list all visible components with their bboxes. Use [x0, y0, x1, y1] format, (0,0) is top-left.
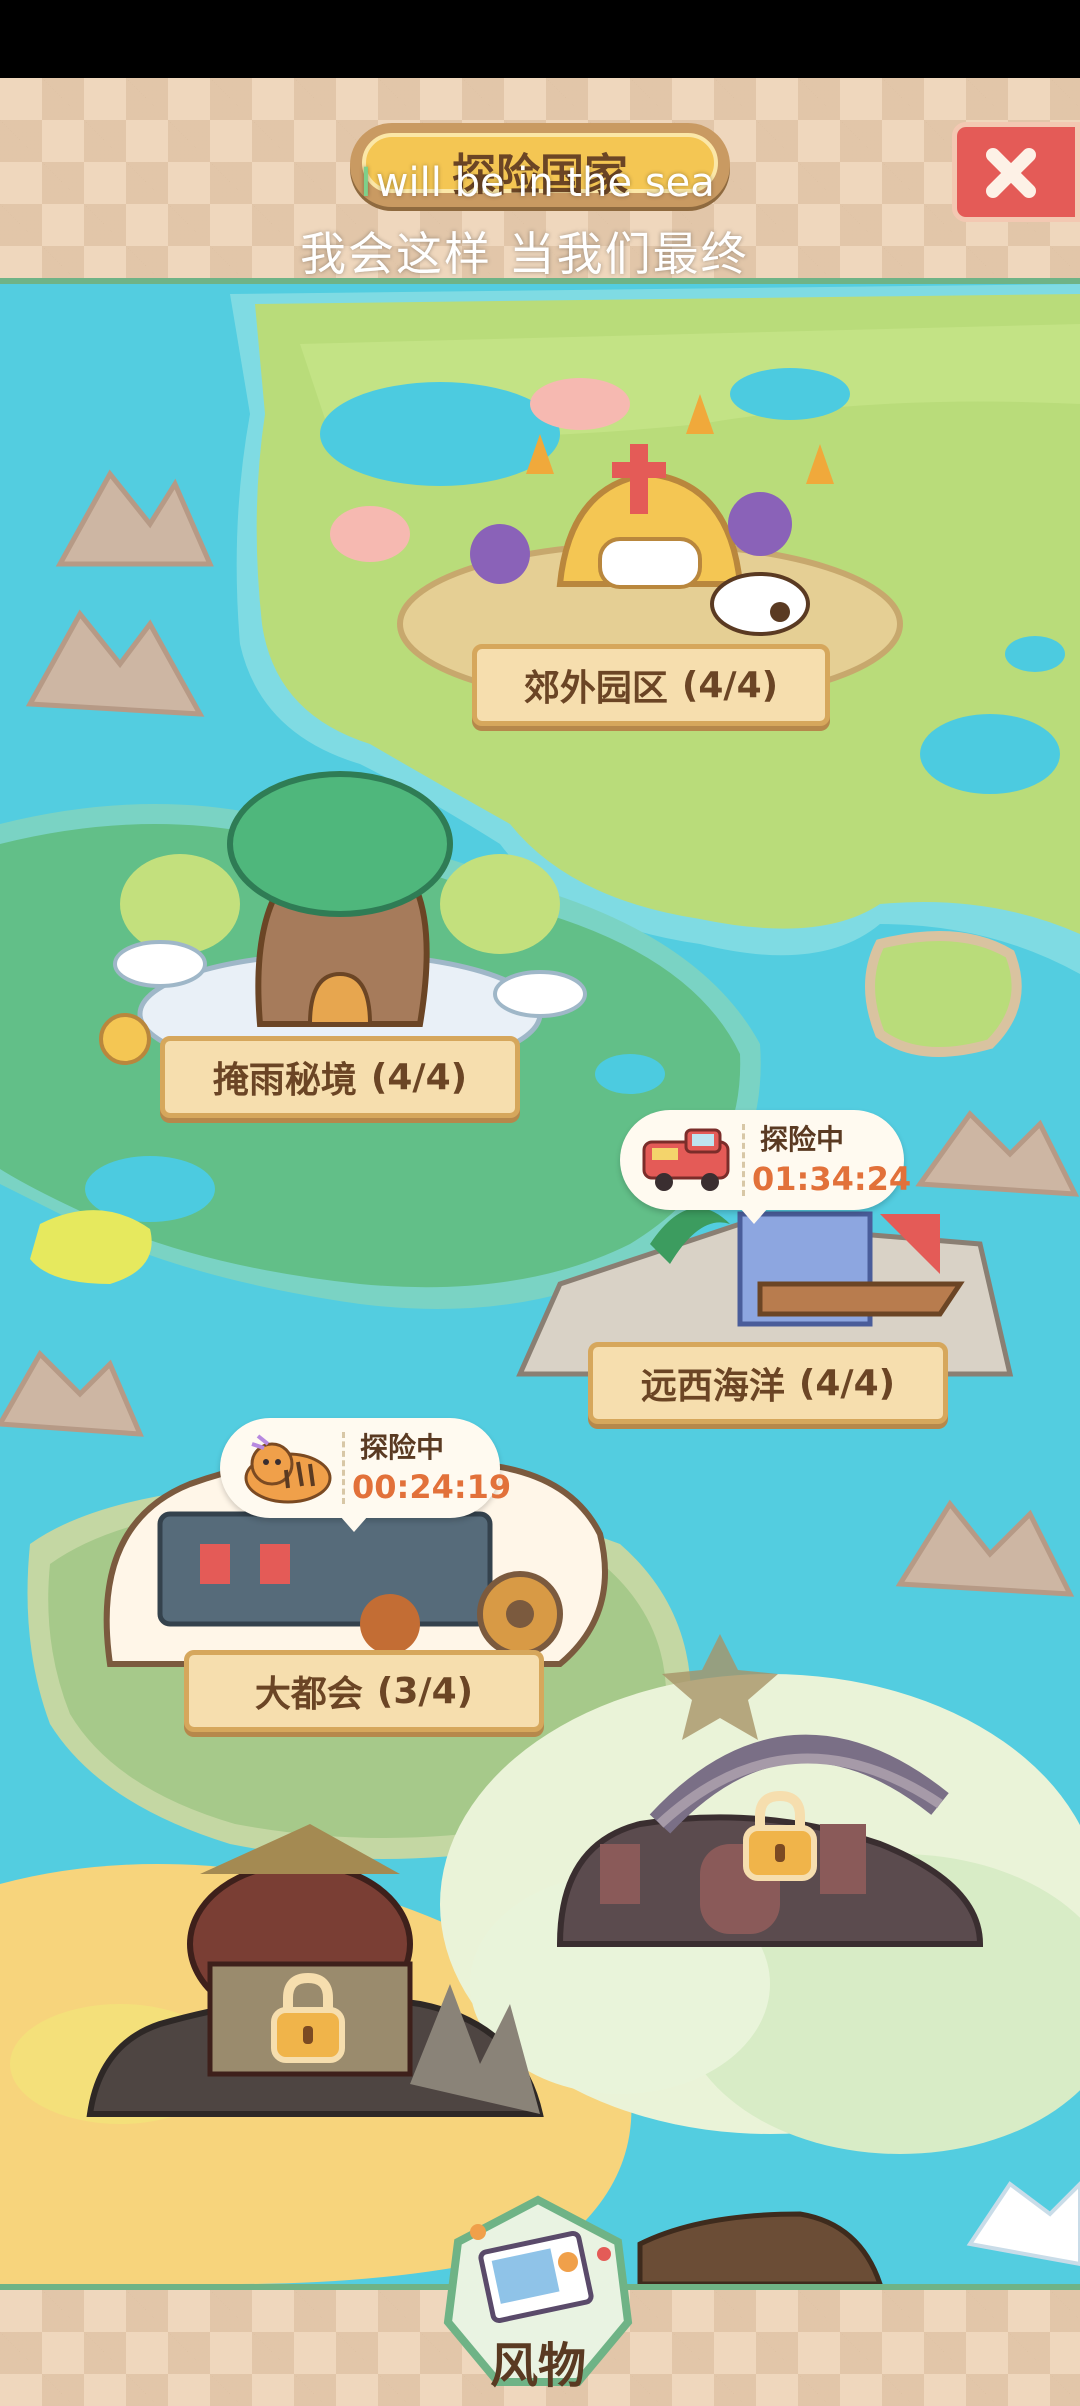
map-terrain [0, 284, 1080, 2284]
region-plate-western-sea[interactable]: 远西海洋 (4/4) [588, 1342, 948, 1424]
region-progress: (4/4) [798, 1362, 896, 1404]
lyric-cursor: I [360, 160, 372, 206]
scenery-label: 风物 [489, 2338, 586, 2394]
region-progress: (3/4) [376, 1670, 474, 1712]
lyric-line-1: Iwill be in the sea [360, 160, 715, 206]
lock-icon[interactable] [268, 1970, 348, 2066]
expedition-timer-western-sea[interactable]: 探险中 01:34:24 [620, 1110, 911, 1224]
expedition-timer-metropolis[interactable]: 探险中 00:24:19 [220, 1418, 511, 1532]
scenery-button[interactable]: 风物 [438, 2192, 638, 2394]
expedition-countdown: 01:34:24 [752, 1160, 912, 1198]
region-plate-metropolis[interactable]: 大都会 (3/4) [184, 1650, 544, 1732]
region-name: 大都会 [254, 1674, 363, 1715]
close-icon [986, 148, 1036, 198]
region-progress: (4/4) [681, 664, 779, 706]
region-progress: (4/4) [370, 1056, 468, 1098]
region-plate-suburb[interactable]: 郊外园区 (4/4) [472, 644, 830, 726]
region-plate-rain-sanctuary[interactable]: 掩雨秘境 (4/4) [160, 1036, 520, 1118]
lock-icon[interactable] [740, 1788, 820, 1884]
expedition-countdown: 00:24:19 [352, 1468, 512, 1506]
region-name: 远西海洋 [640, 1366, 785, 1407]
lyric-line-2: 我会这样 当我们最终 [300, 227, 749, 281]
status-bar [0, 0, 1080, 78]
expedition-status: 探险中 [760, 1123, 845, 1156]
tiger-icon [244, 1434, 332, 1504]
expedition-status: 探险中 [360, 1431, 445, 1464]
fire-truck-icon [642, 1128, 730, 1191]
region-name: 郊外园区 [523, 668, 668, 709]
region-name: 掩雨秘境 [212, 1060, 357, 1101]
close-button[interactable] [952, 122, 1080, 222]
world-map: 郊外园区 (4/4) 掩雨秘境 (4/4) 远西海洋 (4/4) 大都会 (3/… [0, 284, 1080, 2284]
lyric-line-1-text: will be in the sea [375, 160, 715, 206]
